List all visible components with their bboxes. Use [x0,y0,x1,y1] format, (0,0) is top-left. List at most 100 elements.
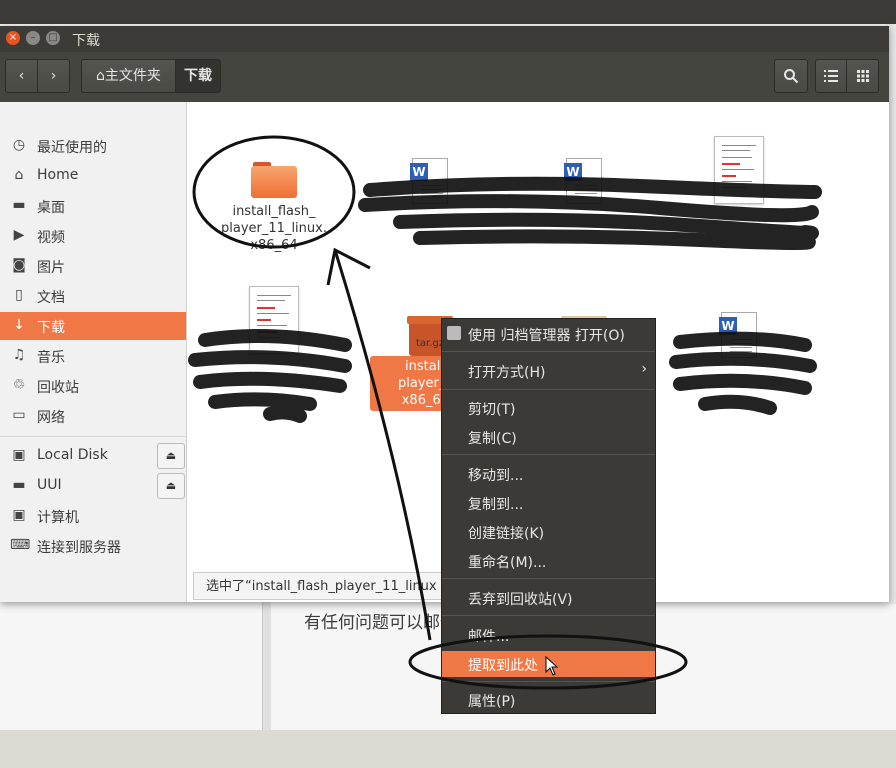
forward-button[interactable]: › [37,59,70,93]
menu-separator [442,454,655,455]
sidebar-item-computer[interactable]: ▣ 计算机 [0,502,186,530]
sidebar-divider [0,436,186,437]
menu-item-copy-to[interactable]: 复制到... [442,490,655,516]
menu-separator [442,681,655,682]
sidebar-item-label: 连接到服务器 [37,540,121,556]
sidebar-item-label: Home [37,167,79,183]
sidebar-item-trash[interactable]: ♲ 回收站 [0,372,186,400]
file-item-doc[interactable]: W [664,312,814,358]
camera-icon: ◙ [12,257,26,273]
sidebar-item-downloads[interactable]: ↓ 下载 [0,312,186,340]
folder-icon: ▬ [12,197,26,213]
menu-item-rename[interactable]: 重命名(M)... [442,548,655,574]
close-button[interactable]: × [6,31,20,45]
sidebar-item-label: 回收站 [37,380,79,396]
word-document-icon: W [719,312,757,358]
file-item-folder[interactable]: install_flash_ player_11_linux. x86_64 [199,162,349,254]
sidebar-item-videos[interactable]: ▶ 视频 [0,222,186,250]
menu-item-move-to[interactable]: 移动到... [442,461,655,487]
file-item-pdf[interactable] [664,136,814,204]
menu-item-label: 提取到此处 [468,658,538,674]
video-icon: ▶ [13,227,25,243]
breadcrumb-downloads[interactable]: 下载 [175,59,221,93]
menu-item-email[interactable]: 邮件... [442,622,655,648]
menu-item-open-with-archive-manager[interactable]: 使用 归档管理器 打开(O) [442,321,655,347]
file-item-pdf[interactable] [199,286,349,354]
breadcrumb-home[interactable]: ⌂主文件夹 [81,59,176,93]
menu-item-label: 使用 归档管理器 打开(O) [468,328,625,344]
window-titlebar: × – □ 下载 [0,26,889,52]
menu-item-label: 移动到... [468,468,524,484]
disk-icon: ▣ [12,447,26,463]
folder-icon [251,162,297,198]
sidebar-item-home[interactable]: ⌂ Home [0,162,186,190]
menu-item-copy[interactable]: 复制(C) [442,424,655,450]
sidebar-item-recent[interactable]: ◷ 最近使用的 [0,132,186,160]
status-bar: 选中了“install_flash_player_11_linux [193,572,453,600]
server-icon: ⌨ [10,537,31,553]
sidebar-item-label: 最近使用的 [37,140,107,156]
sidebar-item-desktop[interactable]: ▬ 桌面 [0,192,186,220]
menu-item-move-to-trash[interactable]: 丢弃到回收站(V) [442,585,655,611]
back-button[interactable]: ‹ [5,59,38,93]
toolbar: ‹ › ⌂主文件夹 下载 [0,52,889,102]
sidebar-item-label: 桌面 [37,200,65,216]
document-thumbnail-icon [714,136,764,204]
search-icon [784,69,799,84]
eject-button[interactable]: ⏏ [157,473,185,499]
list-icon [824,70,838,82]
sidebar-item-label: 图片 [37,260,65,276]
music-icon: ♫ [12,347,26,363]
background-top-bar [0,0,896,24]
file-item-doc[interactable]: W [355,158,505,204]
menu-item-label: 复制(C) [468,431,517,447]
archive-manager-icon [447,326,461,340]
sidebar-item-network[interactable]: ▭ 网络 [0,402,186,430]
menu-item-label: 丢弃到回收站(V) [468,592,573,608]
chevron-right-icon: › [641,361,647,377]
minimize-button[interactable]: – [26,31,40,45]
eject-button[interactable]: ⏏ [157,443,185,469]
menu-separator [442,389,655,390]
menu-item-properties[interactable]: 属性(P) [442,687,655,713]
word-document-icon: W [564,158,602,204]
menu-item-label: 复制到... [468,497,524,513]
sidebar-item-local-disk[interactable]: ▣ Local Disk ⏏ [0,442,186,470]
clock-icon: ◷ [12,137,26,153]
menu-item-cut[interactable]: 剪切(T) [442,395,655,421]
menu-separator [442,615,655,616]
menu-separator [442,351,655,352]
menu-item-make-link[interactable]: 创建链接(K) [442,519,655,545]
context-menu: 使用 归档管理器 打开(O) 打开方式(H) › 剪切(T) 复制(C) 移动到… [441,318,656,714]
sidebar-item-label: UUI [37,477,62,493]
menu-item-label: 重命名(M)... [468,555,547,571]
file-item-doc[interactable]: W [509,158,659,204]
mouse-cursor-icon [545,656,559,676]
window-title: 下载 [72,33,100,49]
sidebar-item-pictures[interactable]: ◙ 图片 [0,252,186,280]
background-footer [0,730,896,768]
maximize-button[interactable]: □ [46,31,60,45]
network-icon: ▭ [12,407,26,423]
sidebar-item-label: 音乐 [37,350,65,366]
menu-item-open-with[interactable]: 打开方式(H) › [442,358,655,384]
file-name: install_flash_ player_11_linux. x86_64 [221,204,327,253]
download-icon: ↓ [13,317,25,333]
home-icon: ⌂ [14,167,24,183]
search-button[interactable] [774,59,808,93]
list-view-button[interactable] [815,59,847,93]
sidebar-item-label: 下载 [37,320,65,336]
sidebar-item-uui[interactable]: ▬ UUI ⏏ [0,472,186,500]
sidebar-item-label: Local Disk [37,447,108,463]
sidebar-item-label: 计算机 [37,510,79,526]
menu-item-label: 邮件... [468,629,510,645]
sidebar-item-documents[interactable]: ▯ 文档 [0,282,186,310]
trash-icon: ♲ [12,377,26,393]
menu-item-label: 创建链接(K) [468,526,545,542]
sidebar-item-music[interactable]: ♫ 音乐 [0,342,186,370]
document-thumbnail-icon [249,286,299,354]
sidebar-item-connect-server[interactable]: ⌨ 连接到服务器 [0,532,186,560]
grid-view-button[interactable] [846,59,879,93]
sidebar-item-label: 视频 [37,230,65,246]
computer-icon: ▣ [12,507,26,523]
